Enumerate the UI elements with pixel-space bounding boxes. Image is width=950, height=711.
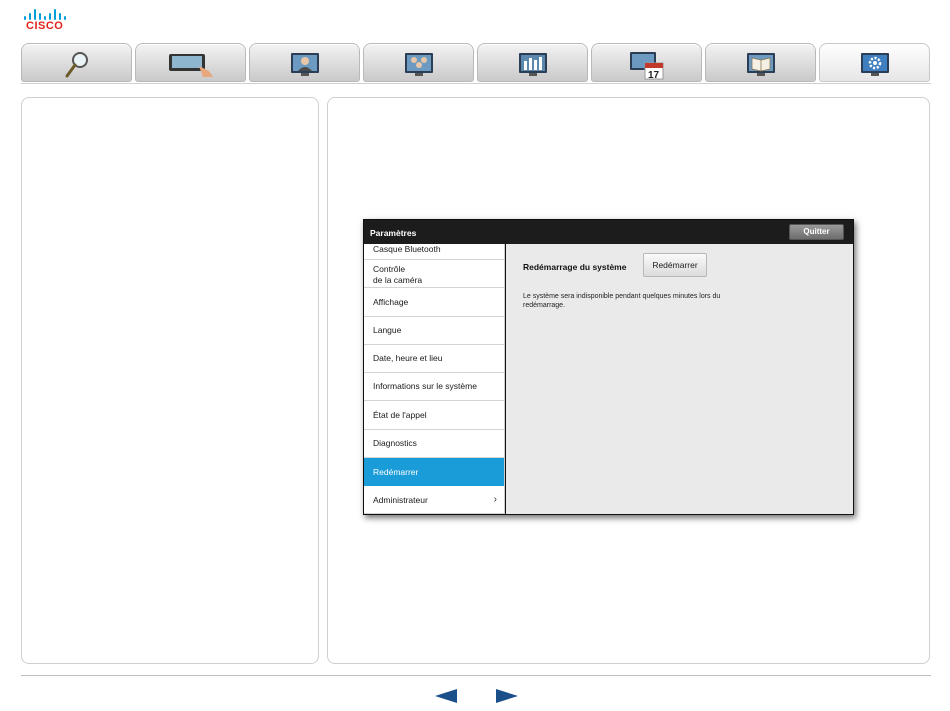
menu-item-label: Contrôle xyxy=(373,264,406,274)
settings-title: Paramètres xyxy=(370,228,417,238)
tab-scheduled-meetings[interactable]: 17 xyxy=(591,43,702,82)
arrow-right-icon[interactable] xyxy=(496,689,518,703)
tab-settings[interactable] xyxy=(819,43,930,82)
menu-item-label: Diagnostics xyxy=(373,438,417,448)
tab-touch-panel[interactable] xyxy=(135,43,246,82)
chevron-right-icon: › xyxy=(493,493,497,505)
cisco-wordmark: CISCO xyxy=(26,20,64,32)
phonebook-icon xyxy=(746,53,775,76)
menu-item-diagnostics[interactable]: Diagnostics xyxy=(364,430,504,458)
tab-bar-divider xyxy=(21,83,931,84)
tab-multipoint-call[interactable] xyxy=(363,43,474,82)
menu-item-label: Redémarrer xyxy=(373,467,419,477)
restart-description: Le système sera indisponible pendant que… xyxy=(523,293,721,309)
settings-menu: Casque Bluetooth Contrôle de la caméra A… xyxy=(364,244,505,514)
settings-screen: Paramètres Quitter Casque Bluetooth Cont… xyxy=(363,219,854,515)
menu-item-camera-control[interactable]: Contrôle de la caméra xyxy=(364,260,504,288)
content-sharing-icon xyxy=(518,53,547,76)
settings-icon xyxy=(860,53,889,76)
menu-item-date-time-location[interactable]: Date, heure et lieu xyxy=(364,345,504,373)
cisco-logo: CISCO xyxy=(24,8,72,34)
menu-item-call-status[interactable]: État de l'appel xyxy=(364,401,504,430)
settings-title-bar: Paramètres Quitter xyxy=(364,220,853,244)
tab-phonebook[interactable] xyxy=(705,43,816,82)
menu-item-label: Informations sur le système xyxy=(373,381,477,391)
menu-item-label: Langue xyxy=(373,325,402,335)
restart-button[interactable]: Redémarrer xyxy=(643,253,707,277)
menu-item-display[interactable]: Affichage xyxy=(364,288,504,317)
arrow-left-icon[interactable] xyxy=(435,689,457,703)
menu-item-system-information[interactable]: Informations sur le système xyxy=(364,373,504,401)
scheduled-meetings-icon: 17 xyxy=(629,52,663,81)
video-call-icon xyxy=(290,53,319,76)
quit-button[interactable]: Quitter xyxy=(789,224,844,240)
menu-item-restart[interactable]: Redémarrer xyxy=(364,458,504,486)
menu-item-label: Affichage xyxy=(373,297,409,307)
menu-item-administrator[interactable]: Administrateur › xyxy=(364,486,504,514)
menu-item-label: Date, heure et lieu xyxy=(373,353,443,363)
touch-panel-icon xyxy=(168,54,213,77)
multipoint-call-icon xyxy=(404,53,433,76)
restart-pane: Redémarrage du système Redémarrer Le sys… xyxy=(506,244,853,514)
left-panel xyxy=(21,97,319,664)
tab-content-sharing[interactable] xyxy=(477,43,588,82)
footer-divider xyxy=(21,675,931,676)
tab-bar: 17 xyxy=(21,43,931,83)
magnifier-icon xyxy=(65,52,88,78)
svg-text:17: 17 xyxy=(648,70,660,81)
tab-video-call[interactable] xyxy=(249,43,360,82)
cisco-logo-bars xyxy=(24,8,70,20)
menu-item-label: État de l'appel xyxy=(373,410,427,420)
menu-item-label: Administrateur xyxy=(373,495,428,505)
menu-item-language[interactable]: Langue xyxy=(364,317,504,345)
restart-heading: Redémarrage du système xyxy=(523,262,627,272)
tab-search[interactable] xyxy=(21,43,132,82)
menu-item-label-line2: de la caméra xyxy=(373,275,423,285)
menu-item-bluetooth-headset[interactable]: Casque Bluetooth xyxy=(364,244,504,260)
menu-item-label: Casque Bluetooth xyxy=(373,244,441,254)
